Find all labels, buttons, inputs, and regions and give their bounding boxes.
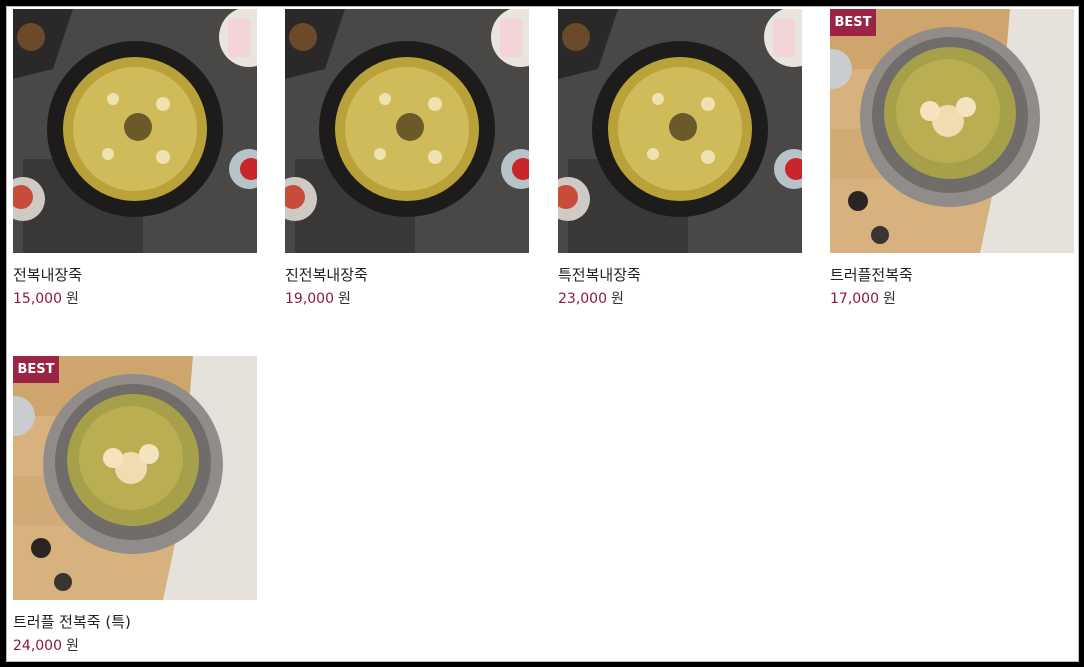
product-price: 23,000 원 bbox=[558, 289, 802, 309]
product-price: 15,000 원 bbox=[13, 289, 257, 309]
product-name[interactable]: 특전복내장죽 bbox=[558, 265, 802, 285]
product-card[interactable]: BEST 트러플 전복죽 (특) 24,000 원 bbox=[13, 356, 257, 656]
price-value: 15,000 bbox=[13, 291, 62, 307]
product-price: 17,000 원 bbox=[830, 289, 1074, 309]
product-card[interactable]: 전복내장죽 15,000 원 bbox=[13, 9, 257, 309]
price-unit: 원 bbox=[883, 291, 896, 307]
price-value: 23,000 bbox=[558, 291, 607, 307]
price-value: 17,000 bbox=[830, 291, 879, 307]
price-unit: 원 bbox=[66, 638, 79, 654]
price-value: 19,000 bbox=[285, 291, 334, 307]
best-badge: BEST bbox=[13, 356, 59, 383]
price-unit: 원 bbox=[611, 291, 624, 307]
product-card[interactable]: 진전복내장죽 19,000 원 bbox=[285, 9, 529, 309]
product-image[interactable] bbox=[558, 9, 802, 253]
best-badge: BEST bbox=[830, 9, 876, 36]
product-image[interactable] bbox=[13, 9, 257, 253]
product-name[interactable]: 전복내장죽 bbox=[13, 265, 257, 285]
product-name[interactable]: 진전복내장죽 bbox=[285, 265, 529, 285]
product-price: 19,000 원 bbox=[285, 289, 529, 309]
product-card[interactable]: 특전복내장죽 23,000 원 bbox=[558, 9, 802, 309]
product-card[interactable]: BEST 트러플전복죽 17,000 원 bbox=[830, 9, 1074, 309]
price-unit: 원 bbox=[338, 291, 351, 307]
product-image[interactable]: BEST bbox=[830, 9, 1074, 253]
price-unit: 원 bbox=[66, 291, 79, 307]
product-name[interactable]: 트러플 전복죽 (특) bbox=[13, 612, 257, 632]
product-image[interactable] bbox=[285, 9, 529, 253]
product-image[interactable]: BEST bbox=[13, 356, 257, 600]
price-value: 24,000 bbox=[13, 638, 62, 654]
product-name[interactable]: 트러플전복죽 bbox=[830, 265, 1074, 285]
product-grid: 전복내장죽 15,000 원 진전복내장죽 19,000 원 특전복내장죽 23… bbox=[6, 6, 1079, 662]
product-price: 24,000 원 bbox=[13, 636, 257, 656]
